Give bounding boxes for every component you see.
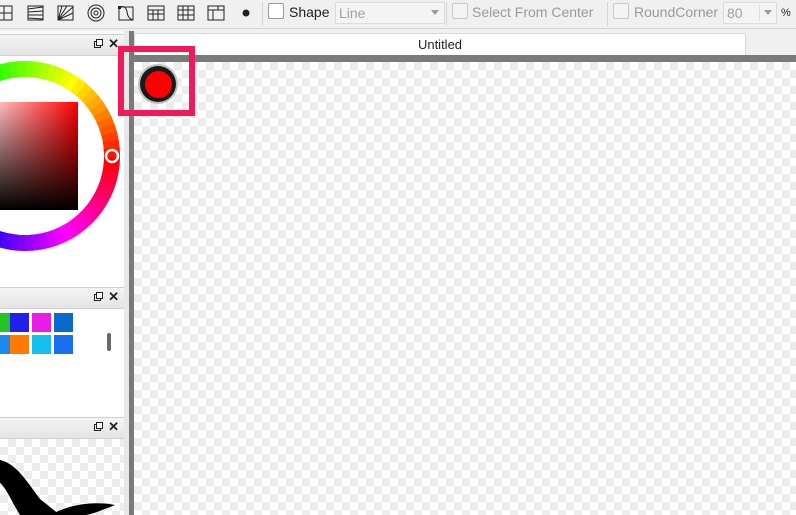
color-set-panel-header: ✕ — [0, 287, 124, 309]
brush-stroke-preview — [0, 459, 115, 515]
highlight-box — [118, 46, 195, 116]
chevron-down-icon — [764, 10, 772, 15]
tab-title: Untitled — [417, 37, 463, 52]
brush-preview-panel — [0, 439, 124, 515]
round-corner-checkbox[interactable] — [613, 3, 629, 19]
concentric-circles-icon[interactable] — [85, 2, 107, 24]
shape-checkbox[interactable] — [268, 3, 284, 19]
color-wheel-panel — [0, 56, 124, 286]
chevron-down-icon — [431, 10, 439, 15]
float-panel-icon[interactable] — [94, 292, 103, 301]
toolbar: Shape Line Select From Center RoundCorne… — [0, 0, 796, 29]
spinbox-divider — [759, 5, 760, 21]
color-swatch-grid — [0, 313, 100, 373]
percent-label: % — [781, 7, 791, 19]
color-swatch[interactable] — [32, 313, 51, 332]
dot-icon[interactable] — [235, 2, 257, 24]
color-swatch[interactable] — [10, 335, 29, 354]
color-swatch[interactable] — [32, 335, 51, 354]
color-swatch[interactable] — [54, 313, 73, 332]
color-swatch[interactable] — [10, 313, 29, 332]
shape-dropdown-value: Line — [339, 5, 366, 21]
float-panel-icon[interactable] — [94, 422, 103, 431]
drawing-canvas[interactable] — [134, 62, 796, 515]
toolbar-separator — [446, 2, 447, 26]
color-wheel[interactable] — [0, 56, 124, 286]
radial-lines-icon[interactable] — [55, 2, 77, 24]
toolbar-separator — [262, 2, 263, 26]
tab-untitled[interactable]: Untitled — [134, 33, 746, 55]
close-icon[interactable]: ✕ — [108, 420, 119, 434]
left-dock: ✕ ✕ ✕ — [0, 31, 127, 515]
toolbar-separator — [607, 2, 608, 26]
swatch-scrollbar[interactable] — [107, 333, 111, 351]
grid-3-icon[interactable] — [145, 2, 167, 24]
shape-label: Shape — [289, 4, 330, 20]
document-tabbar: Untitled — [134, 31, 796, 55]
perspective-lines-icon[interactable] — [25, 2, 47, 24]
panel-grid-icon[interactable] — [205, 2, 227, 24]
round-corner-label: RoundCorner — [634, 4, 719, 20]
select-from-center-label: Select From Center — [472, 4, 594, 20]
grid-4-icon[interactable] — [175, 2, 197, 24]
grid-split-icon[interactable] — [0, 2, 16, 24]
round-corner-value: 80 — [727, 5, 743, 21]
close-icon[interactable]: ✕ — [108, 290, 119, 304]
select-from-center-checkbox[interactable] — [452, 3, 468, 19]
color-swatch[interactable] — [54, 335, 73, 354]
color-panel-header: ✕ — [0, 34, 124, 56]
round-corner-spinbox[interactable]: 80 — [723, 2, 777, 24]
canvas-frame-top — [129, 55, 796, 62]
shape-dropdown[interactable]: Line — [335, 2, 445, 24]
float-panel-icon[interactable] — [94, 39, 103, 48]
curve-rect-icon[interactable] — [115, 2, 137, 24]
brush-panel-header: ✕ — [0, 417, 124, 439]
